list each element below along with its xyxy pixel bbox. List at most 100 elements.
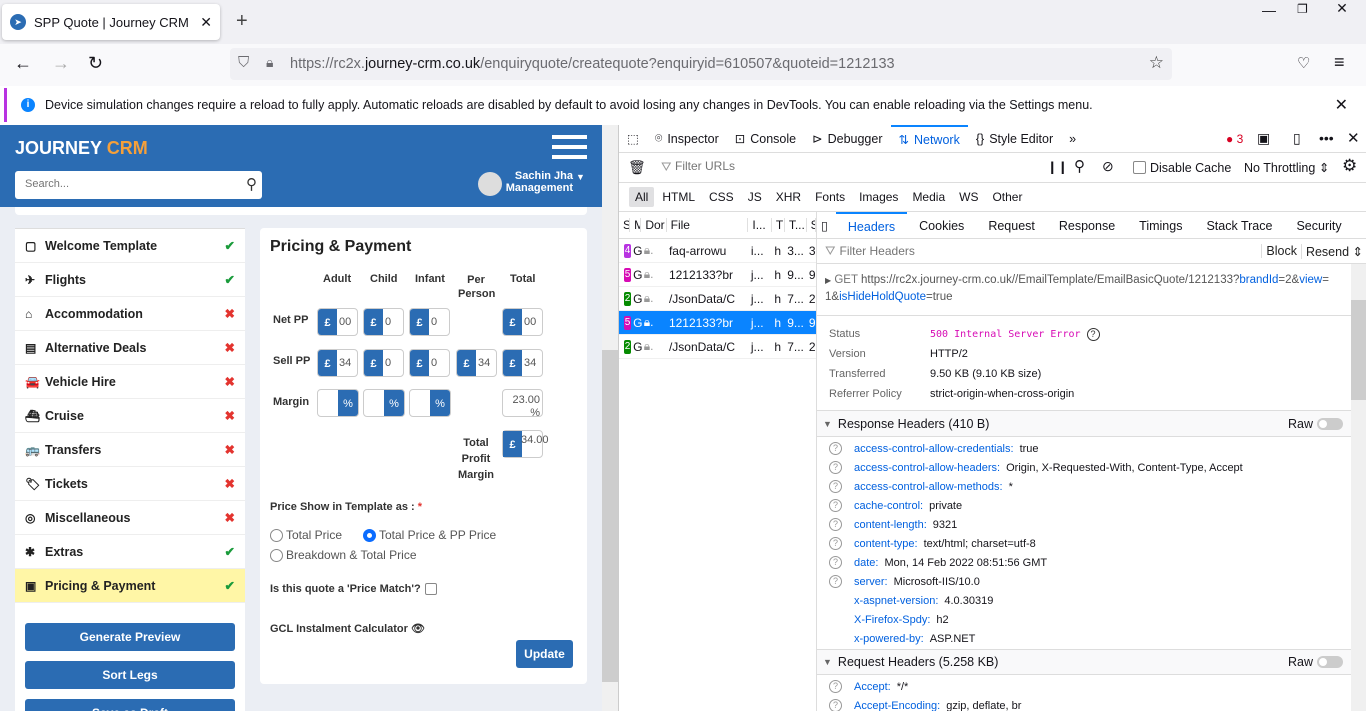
menu-icon[interactable]: ≡: [1334, 52, 1345, 73]
sidebar-item[interactable]: ✈ Flights ✔: [15, 263, 245, 297]
net-pp-field[interactable]: £00: [502, 308, 543, 336]
request-row[interactable]: 2 G 🔒︎./JsonData/C j... h 7... 2: [619, 335, 816, 359]
minimize-button[interactable]: —: [1262, 2, 1276, 18]
help-icon[interactable]: ?: [829, 499, 842, 512]
error-count[interactable]: ● 3: [1226, 132, 1243, 146]
help-icon[interactable]: ?: [829, 556, 842, 569]
pick-element-icon[interactable]: ⬚: [619, 125, 647, 153]
search-icon[interactable]: ⚲: [1074, 157, 1085, 175]
sidebar-item[interactable]: ▣ Pricing & Payment ✔: [15, 569, 245, 603]
dock-layout-icon[interactable]: ▣: [1257, 130, 1270, 147]
type-filter[interactable]: All: [629, 187, 655, 207]
search-icon[interactable]: ⚲: [246, 175, 257, 193]
close-devtools-icon[interactable]: ✕: [1347, 129, 1360, 147]
column-header[interactable]: S: [807, 218, 816, 232]
restore-button[interactable]: ❐: [1297, 2, 1308, 16]
type-filter[interactable]: Other: [986, 187, 1028, 207]
help-icon[interactable]: ?: [829, 680, 842, 693]
sidebar-item[interactable]: ◎ Miscellaneous ✖: [15, 501, 245, 535]
margin-field[interactable]: %: [317, 389, 359, 417]
sidebar-button[interactable]: Sort Legs: [25, 661, 235, 689]
toggle-sidebar-icon[interactable]: ▯: [821, 218, 828, 233]
sidebar-item[interactable]: ▤ Alternative Deals ✖: [15, 331, 245, 365]
block-button[interactable]: Block: [1261, 244, 1301, 258]
sell-pp-field[interactable]: £34: [317, 349, 358, 377]
close-notification-icon[interactable]: ✕: [1335, 95, 1348, 115]
chevron-down-icon[interactable]: ▼: [576, 172, 585, 182]
detail-tab[interactable]: Cookies: [907, 213, 976, 238]
lock-icon[interactable]: 🔒︎: [266, 54, 273, 71]
help-icon[interactable]: ?: [829, 518, 842, 531]
devtools-tab-style-editor[interactable]: {} Style Editor: [968, 125, 1061, 153]
request-row[interactable]: 4 G 🔒︎. faq-arrowu i... h 3... 3: [619, 239, 816, 263]
sidebar-item[interactable]: 🚘 Vehicle Hire ✖: [15, 365, 245, 399]
price-show-radio[interactable]: Breakdown & Total Price: [270, 548, 417, 562]
filter-headers-input[interactable]: [839, 244, 1262, 258]
sell-pp-field[interactable]: £34: [502, 349, 543, 377]
margin-field[interactable]: %: [363, 389, 405, 417]
detail-tab[interactable]: Security: [1284, 213, 1353, 238]
filter-urls-input[interactable]: [675, 159, 975, 173]
total-profit-field[interactable]: £34.00: [502, 430, 549, 458]
request-row[interactable]: 2 G 🔒︎./JsonData/C j... h 7... 2: [619, 287, 816, 311]
column-header[interactable]: File: [667, 218, 749, 232]
sidebar-item[interactable]: ✱ Extras ✔: [15, 535, 245, 569]
column-header[interactable]: I...: [748, 218, 772, 232]
block-icon[interactable]: ⊘: [1102, 158, 1114, 175]
resend-button[interactable]: Resend ⇕: [1300, 243, 1366, 259]
close-window-button[interactable]: ✕: [1318, 0, 1366, 20]
help-icon[interactable]: ?: [829, 537, 842, 550]
request-headers-section[interactable]: ▼ Request Headers (5.258 KB) Raw: [817, 649, 1366, 675]
type-filter[interactable]: Media: [906, 187, 951, 207]
response-headers-section[interactable]: ▼ Response Headers (410 B) Raw: [817, 411, 1366, 437]
sidebar-item[interactable]: 🚌 Transfers ✖: [15, 433, 245, 467]
sell-pp-field[interactable]: £34: [456, 349, 497, 377]
expand-icon[interactable]: ▶: [825, 276, 831, 285]
column-header[interactable]: S: [619, 218, 631, 232]
url-bar[interactable]: ⛉ 🔒︎ https://rc2x. journey-crm.co.uk/enqu…: [230, 48, 1172, 80]
sidebar-item[interactable]: 🏷 Tickets ✖: [15, 467, 245, 501]
type-filter[interactable]: CSS: [703, 187, 740, 207]
column-header[interactable]: T...: [785, 218, 807, 232]
help-icon[interactable]: ?: [829, 575, 842, 588]
column-header[interactable]: Dor: [641, 218, 667, 232]
devtools-tab-debugger[interactable]: ⊳ Debugger: [804, 125, 890, 153]
net-pp-field[interactable]: £0: [409, 308, 450, 336]
type-filter[interactable]: HTML: [656, 187, 701, 207]
devtools-tab-network[interactable]: ⇅ Network: [890, 124, 968, 153]
eye-icon[interactable]: 👁︎: [411, 623, 425, 635]
hamburger-menu-icon[interactable]: [552, 135, 587, 159]
disable-cache-checkbox[interactable]: [1133, 161, 1146, 174]
responsive-design-icon[interactable]: ▯: [1293, 130, 1301, 147]
sidebar-item[interactable]: ⛴ Cruise ✖: [15, 399, 245, 433]
type-filter[interactable]: JS: [742, 187, 768, 207]
settings-gear-icon[interactable]: ⚙: [1342, 156, 1357, 176]
sidebar-button[interactable]: Generate Preview: [25, 623, 235, 651]
column-header[interactable]: M: [630, 218, 642, 232]
throttling-select[interactable]: No Throttling ⇕: [1244, 160, 1329, 175]
column-header[interactable]: T: [772, 218, 785, 232]
sidebar-item[interactable]: ▢ Welcome Template ✔: [15, 229, 245, 263]
browser-tab[interactable]: ➤ SPP Quote | Journey CRM ✕: [2, 4, 220, 40]
collapse-icon[interactable]: ▼: [823, 419, 832, 429]
collapse-icon[interactable]: ▼: [823, 657, 832, 667]
search-input[interactable]: [25, 178, 225, 190]
user-menu[interactable]: Sachin Jha Management: [505, 170, 573, 194]
detail-tab[interactable]: Stack Trace: [1194, 213, 1284, 238]
help-icon[interactable]: ?: [829, 480, 842, 493]
pause-icon[interactable]: ❙❙: [1047, 159, 1068, 174]
sell-pp-field[interactable]: £0: [363, 349, 404, 377]
type-filter[interactable]: Images: [853, 187, 904, 207]
net-pp-field[interactable]: £0: [363, 308, 404, 336]
sidebar-button[interactable]: Save as Draft: [25, 699, 235, 711]
help-icon[interactable]: ?: [829, 442, 842, 455]
devtools-tab-inspector[interactable]: ⌾ Inspector: [647, 125, 727, 153]
new-tab-button[interactable]: +: [236, 10, 248, 33]
bookmark-star-icon[interactable]: ☆: [1149, 53, 1164, 73]
margin-field[interactable]: %: [409, 389, 451, 417]
price-show-radio[interactable]: Total Price & PP Price: [363, 528, 496, 542]
help-icon[interactable]: ?: [829, 461, 842, 474]
more-options-icon[interactable]: •••: [1319, 130, 1334, 146]
raw-toggle[interactable]: [1317, 417, 1343, 430]
pocket-icon[interactable]: ♡: [1297, 54, 1310, 72]
